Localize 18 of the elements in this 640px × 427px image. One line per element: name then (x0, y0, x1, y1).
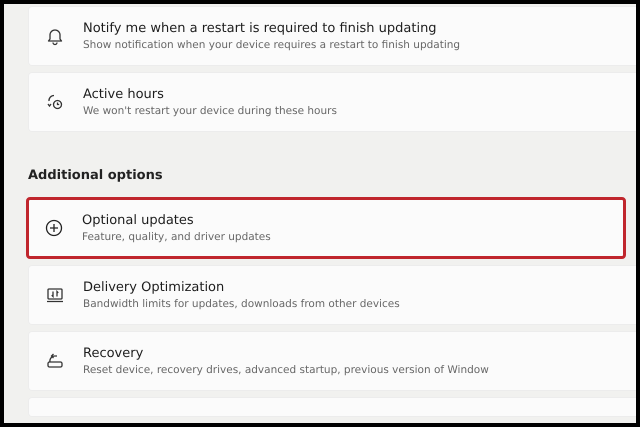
item-title: Active hours (83, 87, 165, 102)
section-heading: Additional options (28, 168, 164, 183)
item-description: We won't restart your device during these hours (83, 105, 337, 117)
settings-item[interactable]: Notify me when a restart is required to finish updating Show notification when your device requires a restart to finish updating (28, 6, 636, 66)
item-title: Optional updates (82, 213, 195, 228)
item-title: Notify me when a restart is required to finish updating (83, 21, 438, 36)
item-description: Reset device, recovery drives, advanced startup, previous version of Window (83, 364, 489, 376)
plus-circle-icon (44, 218, 64, 238)
clock-icon (45, 92, 65, 112)
settings-item[interactable]: Active hours We won't restart your device during these hours (28, 72, 636, 132)
settings-item[interactable]: Optional updates Feature, quality, and driver updates (26, 197, 626, 259)
settings-item[interactable]: Recovery Reset device, recovery drives, advanced startup, previous version of Window (28, 331, 636, 391)
item-description: Show notification when your device requires a restart to finish updating (83, 39, 460, 51)
item-title: Delivery Optimization (83, 280, 226, 295)
item-title: Recovery (83, 346, 144, 361)
item-description: Feature, quality, and driver updates (82, 231, 271, 243)
settings-item[interactable]: Delivery Optimization Bandwidth limits for updates, downloads from other devices (28, 265, 636, 325)
item-description: Bandwidth limits for updates, downloads from other devices (83, 298, 400, 310)
